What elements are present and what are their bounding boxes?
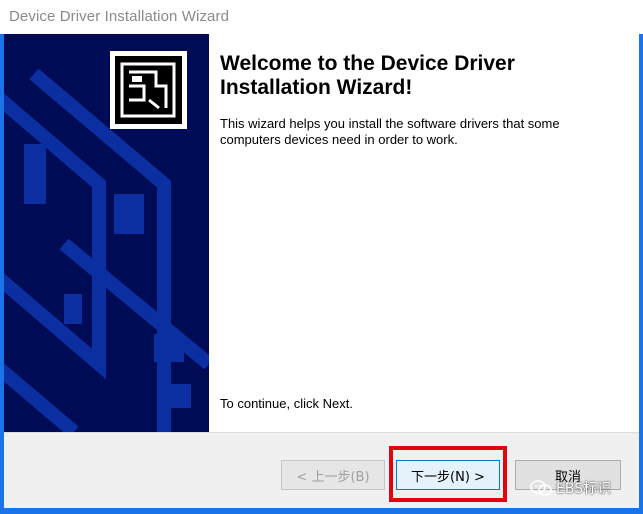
- watermark-text: EBS标识: [556, 481, 612, 497]
- wizard-banner: [4, 34, 209, 432]
- wizard-window: Device Driver Installation Wizard Welcom…: [0, 0, 643, 514]
- wechat-icon: [530, 480, 552, 496]
- window-frame-right: [639, 34, 643, 514]
- page-title: Welcome to the Device Driver Installatio…: [220, 52, 515, 99]
- watermark: EBS标识: [530, 477, 611, 499]
- window-frame-bottom: [0, 508, 643, 514]
- page-description: This wizard helps you install the softwa…: [220, 116, 560, 147]
- banner-artwork: [4, 51, 209, 432]
- next-button[interactable]: 下一步(N) >: [396, 460, 500, 490]
- continue-instruction: To continue, click Next.: [220, 396, 353, 411]
- button-bar: < 上一步(B) 下一步(N) > 取消 EBS标识: [4, 432, 639, 508]
- window-title: Device Driver Installation Wizard: [9, 8, 230, 25]
- content-pane: Welcome to the Device Driver Installatio…: [209, 34, 639, 432]
- hardware-install-icon: [110, 51, 187, 129]
- back-button[interactable]: < 上一步(B): [281, 460, 385, 490]
- title-bar[interactable]: Device Driver Installation Wizard: [0, 0, 643, 34]
